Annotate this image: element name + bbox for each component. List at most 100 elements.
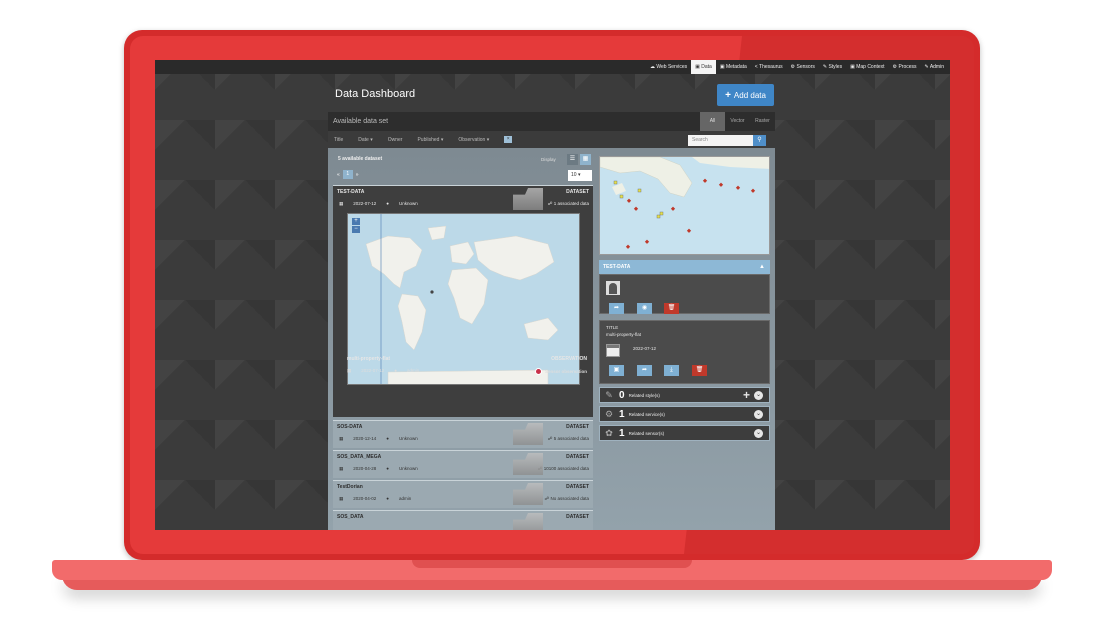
dataset-card[interactable]: SOS_DATA_MEGA DATASET ▦ 2020-04-28 ● Unknown…: [333, 450, 593, 478]
related-label: Related service(s): [628, 411, 665, 417]
nav-sensors[interactable]: ⚙ Sensors: [787, 60, 819, 74]
dataset-assoc: ☍ 5 associated data: [547, 436, 589, 441]
filter-observation[interactable]: Observation ▾: [458, 137, 489, 143]
user-icon: ●: [386, 201, 390, 206]
assoc-label: 5 associated data: [553, 436, 589, 441]
nav-label: Web Services: [656, 64, 688, 70]
prev-page-icon[interactable]: «: [337, 172, 340, 178]
sensor-observation: Sensor observation: [534, 368, 587, 375]
assoc-label: 10100 associated data: [543, 466, 589, 471]
filter-owner[interactable]: Owner: [388, 137, 403, 143]
dataset-card[interactable]: SOS_DATA DATASET: [333, 510, 593, 530]
dataset-card-selected[interactable]: TEST-DATA DATASET ▦ 2022-07-12 ● Unknown ☍ …: [333, 185, 593, 417]
details-column: TEST-DATA ▲ ➦ ◉ 🗑 TITLE multi-property-f…: [599, 148, 771, 530]
dataset-owner: Unknown: [399, 466, 418, 471]
observation-meta: ▦ 2022-07-12 ● admin Sensor observation: [347, 368, 587, 375]
nav-metadata[interactable]: ▣ Metadata: [716, 60, 751, 74]
page-current[interactable]: 1: [342, 170, 353, 179]
chevron-down-icon[interactable]: ⌄: [754, 410, 763, 419]
dataset-card[interactable]: TestDorian DATASET ▦ 2020-04-02 ● admin ☍ No …: [333, 480, 593, 508]
clear-filter-button[interactable]: ×: [504, 136, 513, 143]
tab-raster[interactable]: Raster: [750, 112, 775, 131]
zoom-out-button[interactable]: −: [352, 226, 360, 233]
observation-type: OBSERVATION: [551, 356, 587, 362]
delete-data-button[interactable]: 🗑: [692, 365, 707, 376]
assoc-label: 1 associated data: [553, 201, 589, 206]
download-button[interactable]: ⤓: [664, 365, 679, 376]
chevron-up-icon[interactable]: ▲: [759, 260, 765, 274]
add-data-button[interactable]: + Add data: [717, 84, 774, 106]
nav-thesaurus[interactable]: < Thesaurus: [751, 60, 787, 74]
panel-content: 5 available dataset Display ☰ ▦ « 1 » 10…: [328, 148, 775, 530]
sensor-map-canvas: [600, 157, 769, 254]
dataset-detail-header[interactable]: TEST-DATA ▲: [599, 260, 770, 274]
add-data-label: Add data: [733, 90, 766, 100]
filter-bar: Title Date ▾ Owner Published ▾ Observati…: [328, 131, 775, 148]
filter-date[interactable]: Date ▾: [358, 137, 372, 143]
dataset-owner: Unknown: [399, 436, 418, 441]
nav-map-context[interactable]: ▣ Map Context: [846, 60, 888, 74]
tab-vector[interactable]: Vector: [725, 112, 750, 131]
related-sensors-row[interactable]: ✿ 1 Related sensor(s) ⌄: [599, 425, 770, 441]
nav-label: Metadata: [725, 64, 747, 70]
sensor-label: Sensor observation: [544, 369, 587, 374]
per-page-select[interactable]: 10 ▾: [568, 170, 592, 181]
related-styles-row[interactable]: ✎ 0 Related style(s) + ⌄: [599, 387, 770, 403]
dataset-card[interactable]: SOS-DATA DATASET ▦ 2020-12-14 ● Unknown ☍ 5 a…: [333, 420, 593, 448]
nav-data[interactable]: ▣ Data: [691, 60, 716, 74]
page-title: Data Dashboard: [335, 88, 416, 100]
nav-styles[interactable]: ✎ Styles: [819, 60, 846, 74]
dataset-date: 2020-04-02: [353, 496, 377, 501]
view-button[interactable]: ◉: [637, 303, 652, 314]
panel-header: Available data set All Vector Raster: [328, 112, 775, 131]
metadata-button[interactable]: ▣: [609, 365, 624, 376]
chevron-down-icon[interactable]: ⌄: [754, 429, 763, 438]
nav-web-services[interactable]: ☁ Web Services: [646, 60, 691, 74]
related-label: Related sensor(s): [628, 430, 665, 436]
zoom-in-button[interactable]: +: [352, 218, 360, 225]
dataset-owner: Unknown: [399, 201, 418, 206]
dataset-list-column: 5 available dataset Display ☰ ▦ « 1 » 10…: [331, 148, 593, 530]
related-services-row[interactable]: ⚙ 1 Related service(s) ⌄: [599, 406, 770, 422]
tab-all[interactable]: All: [700, 112, 725, 131]
search-icon[interactable]: ⚲: [753, 135, 766, 146]
next-page-icon[interactable]: »: [356, 172, 359, 178]
nav-process[interactable]: ⚙ Process: [889, 60, 921, 74]
filter-title[interactable]: Title: [334, 137, 343, 143]
dataset-type: DATASET: [566, 454, 589, 460]
delete-dataset-button[interactable]: 🗑: [664, 303, 679, 314]
filter-label: Date: [358, 136, 369, 143]
filter-published[interactable]: Published ▾: [417, 137, 443, 143]
sensor-icon: ✿: [605, 428, 613, 438]
share-button[interactable]: ➦: [609, 303, 624, 314]
calendar-icon: ▦: [347, 368, 352, 373]
nav-admin[interactable]: ✎ Admin: [921, 60, 949, 74]
search-placeholder: Search: [692, 137, 708, 143]
add-style-icon[interactable]: +: [743, 388, 750, 402]
filter-label: Observation: [458, 136, 486, 143]
per-page-value: 10: [571, 172, 577, 178]
share-button[interactable]: ➦: [637, 365, 652, 376]
calendar-icon: [606, 344, 620, 357]
data-detail-box: TITLE multi-property-flat 2022-07-12 ▣ ➦…: [599, 320, 770, 384]
user-icon: ●: [386, 436, 390, 441]
nav-label: Styles: [828, 64, 843, 70]
chevron-down-icon[interactable]: ⌄: [754, 391, 763, 400]
dataset-date: 2020-04-28: [353, 466, 377, 471]
avatar: [606, 281, 620, 295]
search-input[interactable]: Search ⚲: [688, 135, 766, 146]
user-icon: ●: [386, 466, 390, 471]
plus-icon: +: [725, 89, 731, 101]
data-panel: Available data set All Vector Raster Tit…: [328, 112, 775, 530]
assoc-label: No associated data: [550, 496, 589, 501]
calendar-icon: ▦: [339, 201, 344, 206]
calendar-icon: ▦: [339, 436, 344, 441]
dataset-detail-box: ➦ ◉ 🗑: [599, 274, 770, 314]
list-view-icon[interactable]: ☰: [567, 154, 578, 165]
sensor-map[interactable]: [599, 156, 770, 255]
nav-label: Map Context: [856, 64, 885, 70]
brush-icon: ✎: [605, 390, 613, 400]
dataset-assoc: ☍ 10100 associated data: [538, 466, 589, 472]
dataset-assoc: ☍ No associated data: [544, 496, 589, 501]
grid-view-icon[interactable]: ▦: [580, 154, 591, 165]
